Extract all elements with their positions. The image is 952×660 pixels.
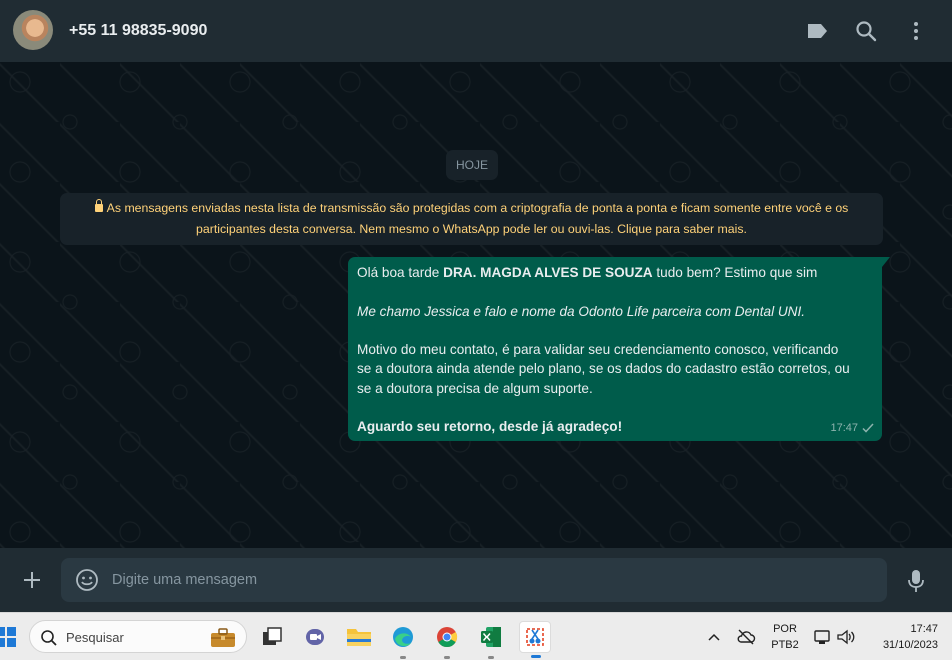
chrome-icon[interactable] (431, 621, 463, 659)
single-check-icon (862, 423, 874, 433)
clock-date: 31/10/2023 (882, 639, 938, 651)
excel-icon[interactable] (475, 621, 507, 659)
bubble-tail (882, 257, 890, 267)
taskbar-search-placeholder: Pesquisar (66, 630, 124, 645)
encryption-notice-line1: As mensagens enviadas nesta lista de tra… (106, 201, 849, 215)
search-icon[interactable] (854, 19, 878, 43)
briefcase-icon (211, 628, 235, 647)
doctor-name: DRA. MAGDA ALVES DE SOUZA (443, 265, 653, 280)
input-language-indicator[interactable]: POR PTB2 (766, 621, 804, 653)
lock-icon (94, 199, 103, 212)
message-line-closing: Aguardo seu retorno, desde já agradeço! (357, 417, 873, 436)
message-line-reason-2: se a doutora ainda atende pelo plano, se… (357, 361, 850, 377)
date-chip: HOJE (446, 150, 498, 180)
taskbar-search[interactable]: Pesquisar (29, 620, 247, 653)
message-composer: Digite uma mensagem (0, 548, 952, 612)
microphone-icon[interactable] (904, 568, 928, 594)
message-placeholder: Digite uma mensagem (112, 572, 258, 588)
language-code: POR (773, 623, 797, 635)
encryption-notice-line2: participantes desta conversa. Nem mesmo … (196, 222, 747, 236)
attach-plus-icon[interactable] (20, 568, 44, 592)
greeting-text: Olá boa tarde (357, 265, 444, 280)
volume-icon[interactable] (836, 628, 856, 646)
message-time: 17:47 (830, 421, 858, 434)
windows-taskbar: Pesquisar POR PTB2 17:47 31/10/2023 (0, 612, 952, 660)
contact-name[interactable]: +55 11 98835-9090 (69, 22, 207, 40)
contact-avatar[interactable] (13, 10, 53, 50)
edge-icon[interactable] (387, 621, 419, 659)
file-explorer-icon[interactable] (343, 621, 375, 653)
outgoing-message[interactable]: Olá boa tarde DRA. MAGDA ALVES DE SOUZA … (348, 257, 890, 441)
clock-time: 17:47 (910, 623, 938, 635)
message-meta: 17:47 (830, 419, 874, 438)
label-icon[interactable] (805, 19, 829, 43)
message-input[interactable]: Digite uma mensagem (61, 558, 887, 602)
menu-kebab-icon[interactable] (904, 19, 928, 43)
system-clock[interactable]: 17:47 31/10/2023 (866, 621, 938, 653)
message-line-greeting: Olá boa tarde DRA. MAGDA ALVES DE SOUZA … (357, 263, 873, 282)
chat-header: +55 11 98835-9090 (0, 0, 952, 62)
greeting-suffix: tudo bem? Estimo que sim (652, 265, 818, 280)
network-icon[interactable] (813, 628, 831, 646)
encryption-notice[interactable]: As mensagens enviadas nesta lista de tra… (60, 193, 883, 245)
emoji-icon[interactable] (75, 568, 99, 592)
search-icon (41, 630, 57, 646)
task-view-icon[interactable] (256, 621, 288, 653)
windows-start-icon[interactable] (0, 627, 16, 647)
cloud-offline-icon[interactable] (736, 628, 756, 646)
message-line-reason-3: se a doutora precisa de algum suporte. (357, 380, 593, 396)
teams-icon[interactable] (299, 621, 331, 653)
chevron-up-icon[interactable] (706, 629, 722, 645)
keyboard-layout: PTB2 (771, 639, 799, 651)
message-line-intro: Me chamo Jessica e falo e nome da Odonto… (357, 302, 873, 321)
intro-text: Me chamo Jessica e falo e nome da Odonto… (357, 303, 806, 319)
chat-panel[interactable]: HOJE As mensagens enviadas nesta lista d… (0, 62, 952, 548)
message-line-reason-1: Motivo do meu contato, é para validar se… (357, 342, 839, 358)
closing-text: Aguardo seu retorno, desde já agradeço! (357, 419, 623, 435)
snipping-tool-icon[interactable] (519, 621, 551, 658)
